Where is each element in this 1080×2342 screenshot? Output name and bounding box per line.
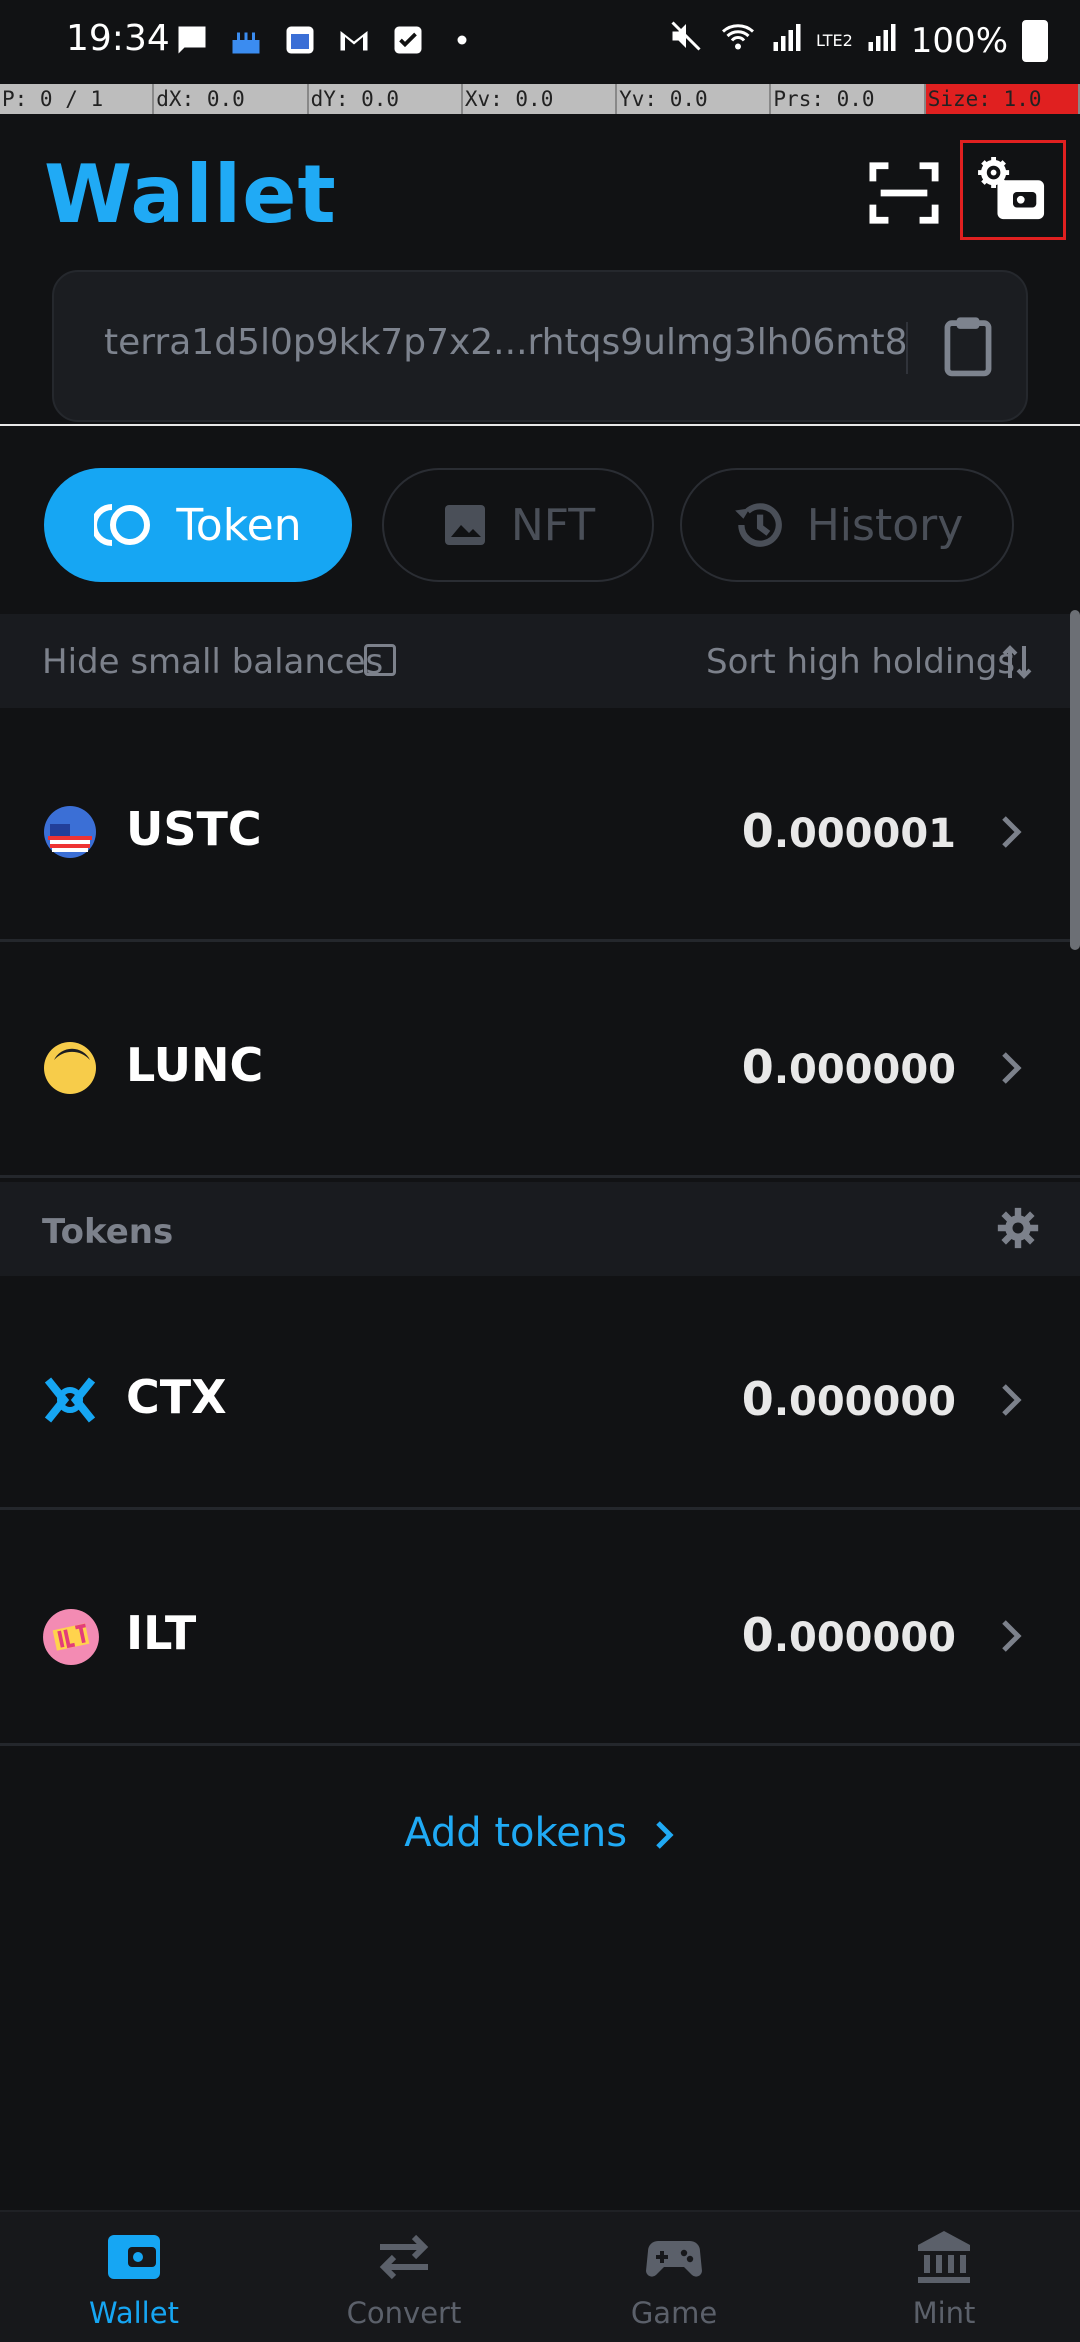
tab-nft[interactable]: NFT	[382, 468, 654, 582]
debug-dx: dX: 0.0	[154, 84, 309, 114]
header-divider	[0, 424, 1080, 426]
signal-icon	[772, 18, 802, 63]
mute-icon	[668, 18, 704, 63]
token-balance: 0.000001	[741, 804, 956, 858]
debug-yv: Yv: 0.0	[617, 84, 772, 114]
scrollbar[interactable]	[1070, 610, 1080, 950]
swap-icon	[379, 2234, 429, 2280]
add-tokens-label: Add tokens	[404, 1810, 628, 1856]
nav-wallet[interactable]: Wallet	[34, 2228, 234, 2330]
chevron-right-icon	[998, 1048, 1026, 1088]
pointer-debug-bar: P: 0 / 1 dX: 0.0 dY: 0.0 Xv: 0.0 Yv: 0.0…	[0, 84, 1080, 114]
nav-mint[interactable]: Mint	[844, 2228, 1044, 2330]
network-label: LTE2	[816, 30, 853, 50]
tab-history-label: History	[806, 499, 964, 551]
tokens-section-title: Tokens	[42, 1212, 174, 1252]
add-tokens-link[interactable]: Add tokens	[0, 1810, 1080, 1856]
checkbox-icon	[390, 22, 426, 58]
ctx-logo	[42, 1372, 98, 1428]
token-row-ustc[interactable]: USTC 0.000001	[0, 708, 1080, 942]
debug-prs: Prs: 0.0	[771, 84, 926, 114]
status-right: LTE2 100%	[668, 18, 1048, 63]
nav-mint-label: Mint	[912, 2296, 976, 2330]
image-icon	[444, 505, 485, 545]
token-row-lunc[interactable]: LUNC 0.000000	[0, 944, 1080, 1178]
nav-wallet-label: Wallet	[89, 2296, 179, 2330]
scan-button[interactable]	[864, 158, 944, 228]
tab-token-label: Token	[176, 499, 302, 551]
dot-icon	[444, 22, 480, 58]
tokens-section-header: Tokens	[0, 1182, 1080, 1276]
token-symbol: LUNC	[126, 1038, 264, 1092]
page-title: Wallet	[44, 148, 337, 241]
token-balance: 0.000000	[741, 1608, 956, 1662]
nav-convert[interactable]: Convert	[304, 2228, 504, 2330]
bank-icon	[918, 2231, 970, 2283]
hide-small-balances-checkbox[interactable]	[364, 644, 396, 676]
status-bar: 19:34 LTE2 100%	[0, 0, 1080, 84]
gamepad-icon	[646, 2241, 702, 2277]
gear-icon	[997, 1207, 1039, 1249]
nav-convert-label: Convert	[346, 2296, 462, 2330]
cake-icon	[228, 22, 264, 58]
ilt-logo	[42, 1608, 99, 1665]
calendar-icon	[282, 22, 318, 58]
wallet-icon	[108, 2235, 160, 2279]
lunc-logo	[42, 1040, 98, 1096]
hide-small-balances-label: Hide small balances	[42, 642, 384, 682]
gmail-icon	[336, 22, 372, 58]
message-icon	[174, 22, 210, 58]
debug-pointer: P: 0 / 1	[0, 84, 155, 114]
tab-token[interactable]: Token	[44, 468, 352, 582]
sort-label[interactable]: Sort high holdings	[706, 642, 1015, 682]
wallet-address-box[interactable]: terra1d5l0p9kk7p7x2...rhtqs9ulmg3lh06mt8	[52, 270, 1028, 422]
clipboard-icon	[944, 317, 992, 377]
chevron-right-icon	[656, 1821, 674, 1849]
bottom-navigation: Wallet Convert Game Mint	[0, 2210, 1080, 2342]
token-row-ctx[interactable]: CTX 0.000000	[0, 1276, 1080, 1510]
token-icon	[94, 504, 151, 546]
status-time: 19:34	[66, 18, 170, 59]
debug-dy: dY: 0.0	[308, 84, 463, 114]
tab-history[interactable]: History	[680, 468, 1014, 582]
notification-icons	[174, 22, 480, 58]
debug-size: Size: 1.0	[925, 84, 1080, 114]
token-row-ilt[interactable]: ILT 0.000000	[0, 1512, 1080, 1746]
ustc-logo	[42, 804, 98, 860]
battery-icon	[1022, 19, 1048, 62]
sort-icon	[1002, 645, 1032, 679]
wallet-address: terra1d5l0p9kk7p7x2...rhtqs9ulmg3lh06mt8	[104, 322, 908, 363]
chevron-right-icon	[998, 1616, 1026, 1656]
battery-percent: 100%	[910, 20, 1008, 61]
scan-icon	[869, 162, 939, 224]
chevron-right-icon	[998, 1380, 1026, 1420]
copy-address-button[interactable]	[940, 314, 996, 378]
token-symbol: USTC	[126, 802, 262, 856]
wallet-settings-button[interactable]	[960, 140, 1066, 240]
tab-nft-label: NFT	[510, 499, 596, 551]
debug-xv: Xv: 0.0	[462, 84, 618, 114]
sort-button[interactable]	[1000, 642, 1034, 682]
wallet-settings-icon	[978, 157, 1045, 220]
filter-bar: Hide small balances Sort high holdings	[0, 614, 1080, 708]
nav-game-label: Game	[630, 2296, 718, 2330]
chevron-right-icon	[998, 812, 1026, 852]
address-divider	[906, 322, 908, 374]
history-icon	[734, 503, 782, 547]
token-balance: 0.000000	[741, 1372, 956, 1426]
wifi-icon	[718, 18, 758, 63]
signal-icon-2	[867, 18, 897, 63]
token-symbol: CTX	[126, 1370, 227, 1424]
token-symbol: ILT	[126, 1606, 197, 1660]
manage-tokens-button[interactable]	[996, 1206, 1040, 1250]
nav-game[interactable]: Game	[574, 2228, 774, 2330]
token-balance: 0.000000	[741, 1040, 956, 1094]
